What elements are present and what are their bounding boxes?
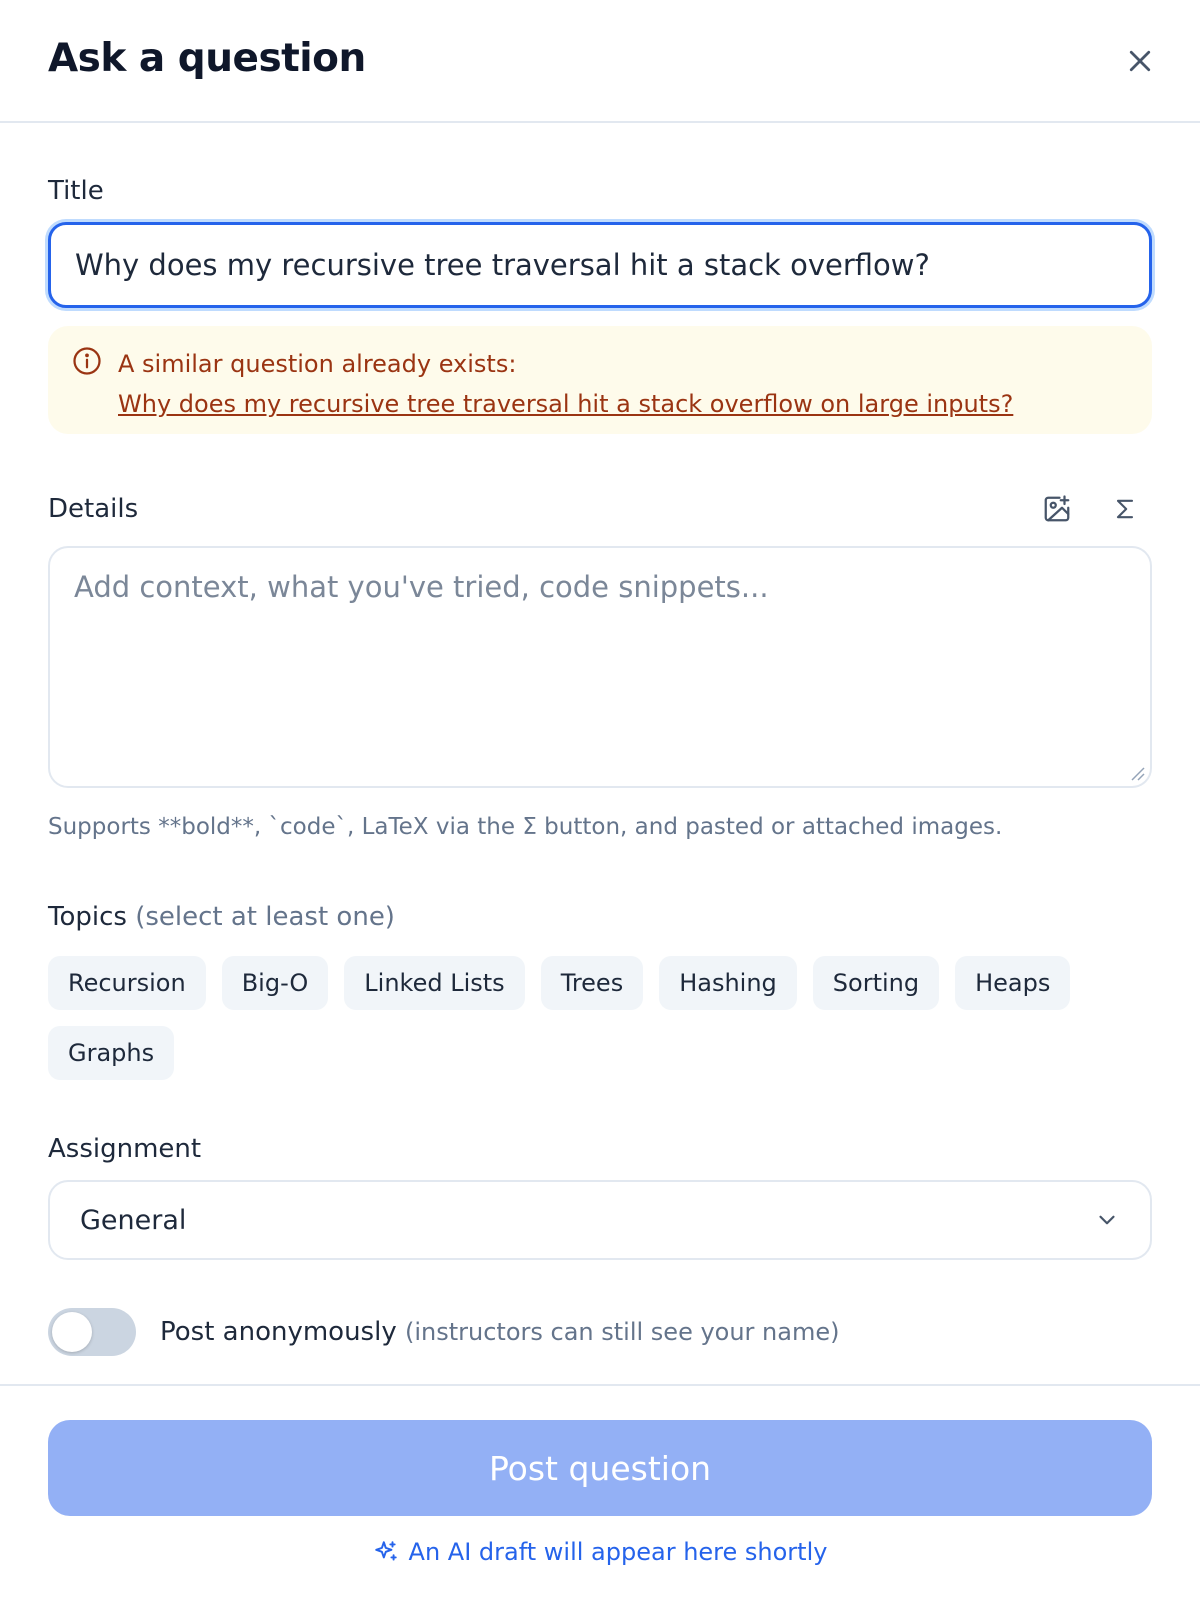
anonymous-row: Post anonymously (instructors can still …	[48, 1308, 839, 1356]
info-icon	[73, 347, 101, 375]
ai-draft-text: An AI draft will appear here shortly	[408, 1538, 828, 1566]
topics-label: Topics (select at least one)	[48, 902, 395, 932]
anonymous-note: (instructors can still see your name)	[404, 1318, 840, 1346]
topics-label-note: (select at least one)	[135, 902, 395, 932]
resize-handle-icon[interactable]	[1128, 764, 1146, 782]
anonymous-label-text: Post anonymously	[160, 1317, 397, 1347]
sparkles-icon	[374, 1541, 397, 1561]
topic-chip[interactable]: Recursion	[48, 956, 206, 1010]
modal-header: Ask a question	[0, 0, 1200, 123]
topic-chip[interactable]: Linked Lists	[344, 956, 525, 1010]
details-textarea[interactable]: Add context, what you've tried, code sni…	[48, 546, 1152, 788]
details-placeholder: Add context, what you've tried, code sni…	[74, 570, 769, 604]
latex-button[interactable]	[1106, 490, 1144, 528]
ask-question-modal: Ask a question Title Why does my recursi…	[0, 0, 1200, 1600]
close-button[interactable]	[1120, 41, 1160, 81]
warning-message: A similar question already exists:	[118, 350, 517, 378]
attach-image-button[interactable]	[1038, 490, 1076, 528]
assignment-label: Assignment	[48, 1134, 202, 1164]
topic-chip[interactable]: Heaps	[955, 956, 1071, 1010]
title-input-value: Why does my recursive tree traversal hit…	[75, 248, 930, 282]
similar-question-link[interactable]: Why does my recursive tree traversal hit…	[118, 390, 1013, 418]
modal-footer: Post question An AI draft will appear he…	[0, 1384, 1200, 1600]
chevron-down-icon	[1099, 1215, 1115, 1225]
anonymous-toggle[interactable]	[48, 1308, 136, 1356]
similar-question-warning: A similar question already exists: Why d…	[48, 326, 1152, 434]
close-icon	[1129, 50, 1151, 71]
anonymous-label: Post anonymously (instructors can still …	[160, 1317, 839, 1347]
details-header: Details	[48, 490, 1152, 528]
title-input[interactable]: Why does my recursive tree traversal hit…	[48, 222, 1152, 308]
topic-chip[interactable]: Hashing	[659, 956, 797, 1010]
post-question-button[interactable]: Post question	[48, 1420, 1152, 1516]
sigma-icon	[1116, 499, 1134, 519]
formatting-hint: Supports **bold**, `code`, LaTeX via the…	[48, 814, 1003, 840]
topic-chip[interactable]: Big-O	[221, 956, 329, 1010]
title-label: Title	[48, 176, 104, 206]
image-add-icon	[1044, 495, 1070, 522]
assignment-select[interactable]: General	[48, 1180, 1152, 1260]
topic-chip[interactable]: Sorting	[812, 956, 940, 1010]
assignment-selected-value: General	[80, 1204, 187, 1236]
topic-chips: Recursion Big-O Linked Lists Trees Hashi…	[48, 956, 1152, 1080]
ai-draft-note: An AI draft will appear here shortly	[0, 1538, 1200, 1566]
details-label: Details	[48, 494, 139, 524]
modal-title: Ask a question	[48, 36, 366, 81]
toggle-knob	[52, 1312, 92, 1352]
topic-chip[interactable]: Trees	[540, 956, 644, 1010]
topics-label-text: Topics	[48, 902, 127, 932]
topic-chip[interactable]: Graphs	[48, 1026, 175, 1080]
